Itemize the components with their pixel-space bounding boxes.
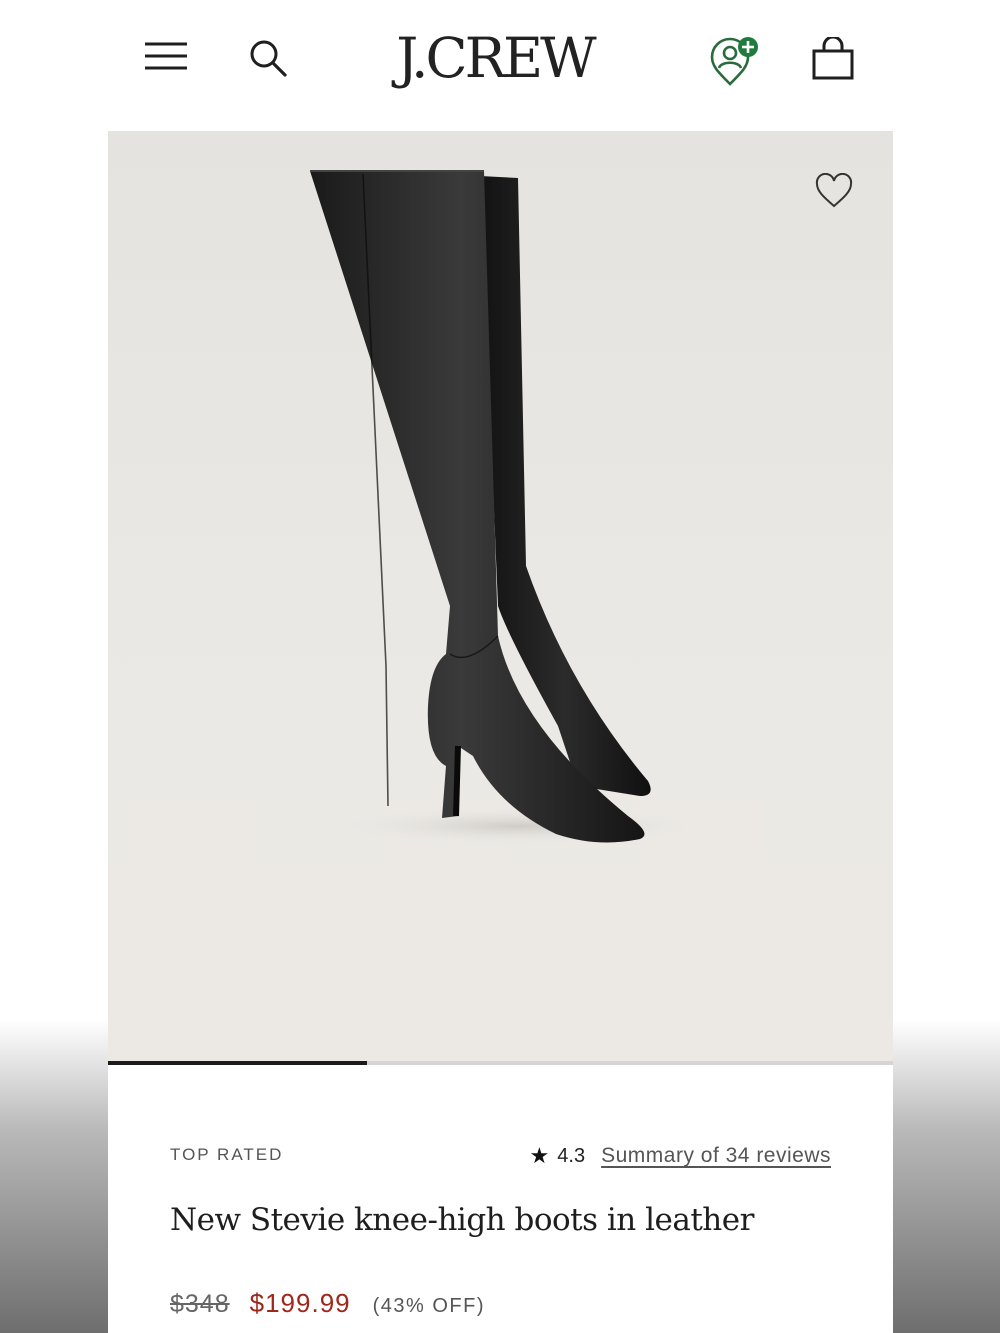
heart-outline-icon[interactable] bbox=[814, 172, 854, 209]
account-add-icon[interactable] bbox=[708, 36, 762, 88]
reviews-summary-link[interactable]: Summary of 34 reviews bbox=[601, 1144, 831, 1168]
site-header: J.CREW bbox=[108, 0, 893, 120]
shopping-bag-icon[interactable] bbox=[811, 35, 855, 81]
search-icon[interactable] bbox=[248, 38, 288, 78]
product-title: New Stevie knee-high boots in leather bbox=[170, 1202, 754, 1238]
rating-summary: ★ 4.3 Summary of 34 reviews bbox=[530, 1143, 831, 1169]
price-block: $348 $199.99 (43% OFF) bbox=[170, 1288, 485, 1319]
brand-logo[interactable]: J.CREW bbox=[385, 26, 605, 90]
menu-icon[interactable] bbox=[143, 40, 189, 72]
sale-price: $199.99 bbox=[249, 1288, 351, 1318]
product-page: J.CREW TOP RATED ★ 4.3 Summary of 34 rev… bbox=[108, 0, 893, 1333]
discount-label: (43% OFF) bbox=[372, 1295, 486, 1317]
rating-value: 4.3 bbox=[557, 1144, 586, 1167]
star-icon: ★ bbox=[529, 1143, 550, 1168]
product-image-gallery[interactable] bbox=[108, 131, 893, 1061]
top-rated-badge: TOP RATED bbox=[170, 1145, 284, 1164]
boots-image bbox=[268, 166, 708, 866]
original-price: $348 bbox=[170, 1290, 230, 1318]
product-info: TOP RATED ★ 4.3 Summary of 34 reviews Ne… bbox=[108, 1065, 893, 1333]
